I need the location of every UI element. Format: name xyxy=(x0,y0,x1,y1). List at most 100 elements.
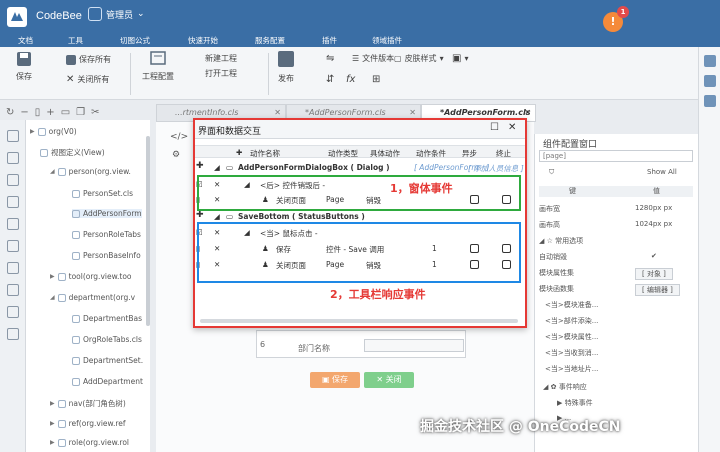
property-group[interactable]: ◢ ☆ 常用选项 xyxy=(539,236,693,246)
tree-item[interactable]: ◢ person(org.view. xyxy=(50,167,131,176)
tree-item-selected[interactable]: AddPersonForm xyxy=(72,209,142,218)
skin-style-button[interactable]: ▢ 皮肤样式 ▾ xyxy=(394,53,444,64)
tree-item[interactable]: AddDepartment xyxy=(72,377,143,386)
tree-item[interactable]: PersonRoleTabs xyxy=(72,230,141,239)
folder-icon[interactable]: ▭ xyxy=(61,107,70,118)
menu-plugins[interactable]: 插件 xyxy=(322,35,337,46)
expand-icon[interactable]: ◢ xyxy=(214,163,220,172)
new-project-button[interactable]: 新建工程 xyxy=(205,53,237,64)
file-icon xyxy=(72,230,80,239)
property-search[interactable]: [page] xyxy=(539,150,693,162)
notification-bell[interactable]: ! 1 xyxy=(603,6,629,32)
watermark: 掘金技术社区 @ OneCodeCN xyxy=(420,419,621,435)
property-row[interactable]: 模块函数集[ 编辑器 ] xyxy=(539,284,693,296)
extra-icon[interactable] xyxy=(6,328,19,340)
grid-panel-icon[interactable] xyxy=(703,95,716,107)
close-icon[interactable]: ✕ xyxy=(508,122,516,133)
list-icon[interactable] xyxy=(6,196,19,208)
table-row[interactable]: ✚ ◢ ▭ AddPersonFormDialogBox ( Dialog ) … xyxy=(196,161,524,175)
add-icon[interactable]: + xyxy=(46,107,54,118)
property-row[interactable]: 自动销毁 ✔ xyxy=(539,252,693,262)
image-tool[interactable]: ▣ ▾ xyxy=(452,53,468,64)
add-icon[interactable]: ✚ xyxy=(196,210,204,220)
property-row[interactable]: <当>模块属性... xyxy=(539,332,693,342)
department-name-input[interactable] xyxy=(364,339,464,352)
tree-item[interactable]: DepartmentSet. xyxy=(72,356,143,365)
grid-tool[interactable]: ⊞ xyxy=(372,74,380,85)
tree-item[interactable]: OrgRoleTabs.cls xyxy=(72,335,142,344)
menu-domain-plugins[interactable]: 领域插件 xyxy=(372,35,402,46)
filter-icon[interactable]: ⛉ xyxy=(549,168,554,177)
refresh-icon[interactable]: ↻ xyxy=(6,107,14,118)
expand-icon[interactable]: ◢ xyxy=(214,212,220,221)
property-group[interactable]: ▶ 特殊事件 xyxy=(539,398,693,408)
tree-item[interactable]: ▶ tool(org.view.too xyxy=(50,272,132,281)
maximize-icon[interactable]: ☐ xyxy=(490,122,499,133)
database-icon[interactable] xyxy=(703,75,716,87)
tree-item[interactable]: PersonBaseInfo xyxy=(72,251,141,260)
property-row[interactable]: <当>当地址片... xyxy=(539,364,693,374)
menu-quick-start[interactable]: 快速开始 xyxy=(188,35,218,46)
save-button[interactable]: 保存 xyxy=(16,51,32,82)
mobile-icon[interactable] xyxy=(6,218,19,230)
settings-icon[interactable]: ⚙ xyxy=(172,150,180,160)
tree-item[interactable]: ▶ org(V0) xyxy=(30,127,77,136)
formula-tool[interactable]: fx xyxy=(346,74,355,85)
widget-icon[interactable] xyxy=(6,262,19,274)
property-group[interactable]: ◢ ✿ 事件响应 xyxy=(539,382,693,392)
property-row[interactable]: 模块属性集[ 对象 ] xyxy=(539,268,693,280)
new-project-label: 新建工程 xyxy=(205,54,237,63)
align-icon: ⇋ xyxy=(326,53,335,64)
code-view-icon[interactable]: </> xyxy=(170,132,188,142)
tree-scrollbar[interactable] xyxy=(146,136,150,326)
property-row[interactable]: <当>当收到消... xyxy=(539,348,693,358)
form-save-button[interactable]: ▣ 保存 xyxy=(310,372,360,388)
media-icon[interactable] xyxy=(6,284,19,296)
dialog-component-icon: ▭ xyxy=(226,163,234,172)
property-row[interactable]: 画布宽 1280px px xyxy=(539,204,693,214)
close-icon[interactable]: ✕ xyxy=(409,108,416,117)
layout-icon[interactable] xyxy=(6,130,19,142)
form-close-button[interactable]: ✕ 关闭 xyxy=(364,372,414,388)
menu-service-config[interactable]: 服务配置 xyxy=(255,35,285,46)
tree-item[interactable]: DepartmentBas xyxy=(72,314,142,323)
tree-item[interactable]: ▶ nav(部门角色树) xyxy=(50,398,126,409)
add-icon[interactable]: ✚ xyxy=(196,161,204,171)
publish-button[interactable]: 发布 xyxy=(278,51,294,84)
menu-docs[interactable]: 文档 xyxy=(18,35,33,46)
property-row[interactable]: 画布高 1024px px xyxy=(539,220,693,230)
tree-item[interactable]: 视图定义(View) xyxy=(40,147,105,158)
align-tool[interactable]: ⇋ xyxy=(326,53,334,64)
dialog-title-bar: 界面和数据交互 ☐ ✕ xyxy=(194,119,526,139)
property-row[interactable]: <当>部件添染... xyxy=(539,316,693,326)
property-panel-title: 组件配置窗口 xyxy=(543,140,598,150)
open-project-button[interactable]: 打开工程 xyxy=(205,68,237,79)
close-all-button[interactable]: ✕ 关闭所有 xyxy=(66,74,109,85)
sort-tool[interactable]: ⇵ xyxy=(326,74,334,85)
tree-item[interactable]: ▶ ref(org.view.ref xyxy=(50,419,126,428)
cut-icon[interactable]: ✂ xyxy=(91,107,99,118)
slider-icon[interactable] xyxy=(6,306,19,318)
tree-item[interactable]: ◢ department(org.v xyxy=(50,293,135,302)
tree-item[interactable]: PersonSet.cls xyxy=(72,189,133,198)
close-icon[interactable]: ✕ xyxy=(274,108,281,117)
show-all-toggle[interactable]: Show All xyxy=(647,168,677,176)
close-icon[interactable]: ✕ xyxy=(524,108,531,117)
collapse-icon[interactable]: − xyxy=(20,107,28,118)
copy-icon[interactable]: ❐ xyxy=(76,107,85,118)
new-file-icon[interactable]: ▯ xyxy=(35,107,41,118)
chart-icon[interactable] xyxy=(6,240,19,252)
form-icon[interactable] xyxy=(6,152,19,164)
file-version-button[interactable]: ☰ 文件版本 xyxy=(352,53,394,64)
panel-icon[interactable] xyxy=(6,174,19,186)
add-action-icon[interactable]: ✚ xyxy=(236,148,242,157)
dialog-scrollbar[interactable] xyxy=(200,319,518,323)
tree-item[interactable]: ▶ role(org.view.rol xyxy=(50,438,129,447)
project-config-button[interactable]: 工程配置 xyxy=(142,51,174,82)
expand-icon[interactable] xyxy=(703,55,716,67)
user-menu[interactable]: 管理员 ⌄ xyxy=(88,7,145,21)
menu-slice-formula[interactable]: 切图公式 xyxy=(120,35,150,46)
menu-tools[interactable]: 工具 xyxy=(68,35,83,46)
save-all-button[interactable]: 保存所有 xyxy=(66,54,111,65)
property-row[interactable]: <当>模块准备... xyxy=(539,300,693,310)
